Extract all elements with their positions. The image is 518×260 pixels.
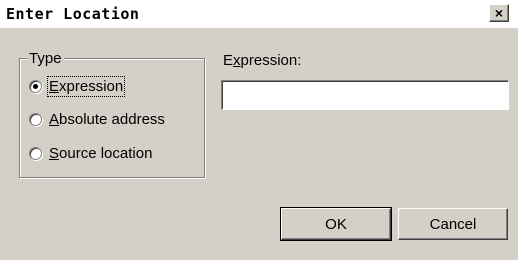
radio-button-absolute-address[interactable] [29, 113, 42, 126]
title-bar: Enter Location × [0, 0, 518, 28]
radio-label-source-location: Source location [49, 145, 153, 162]
expression-input[interactable] [221, 80, 509, 110]
radio-source-location[interactable]: Source location [29, 145, 152, 162]
dialog-title: Enter Location [6, 5, 140, 23]
radio-button-expression[interactable] [29, 80, 42, 93]
expression-label: Expression: [223, 52, 302, 69]
type-group-label: Type [27, 50, 64, 67]
radio-label-absolute-address: Absolute address [49, 111, 165, 128]
radio-label-expression: Expression [46, 76, 126, 97]
radio-button-source-location[interactable] [29, 147, 42, 160]
close-button[interactable]: × [489, 4, 509, 22]
radio-absolute-address[interactable]: Absolute address [29, 111, 165, 128]
radio-expression[interactable]: Expression [29, 76, 126, 97]
cancel-button[interactable]: Cancel [398, 208, 508, 240]
close-icon: × [494, 5, 504, 21]
ok-button[interactable]: OK [280, 207, 392, 241]
